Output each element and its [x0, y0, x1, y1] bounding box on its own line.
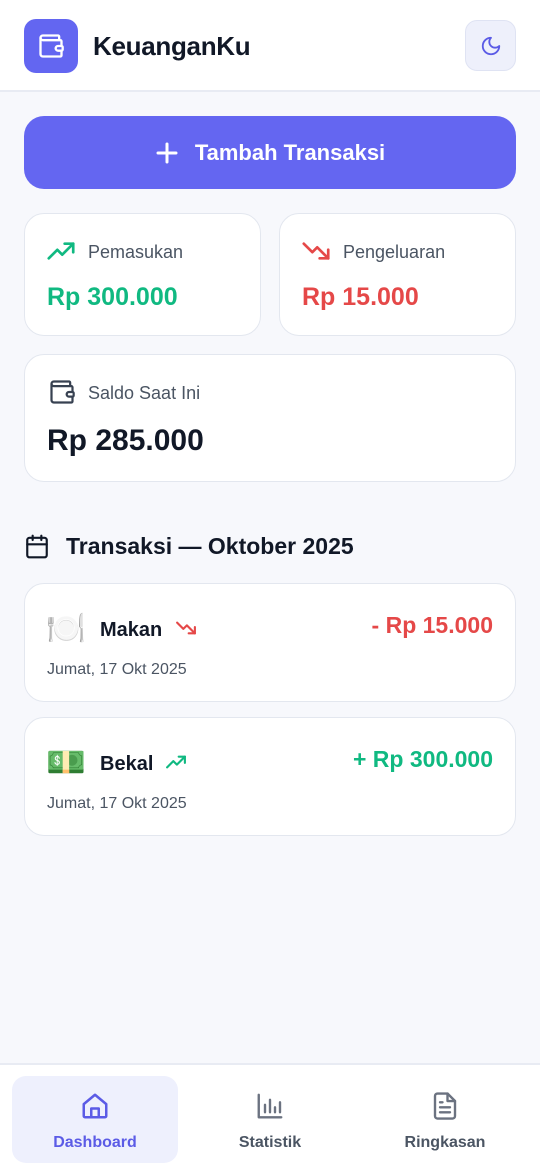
dollar-banknote-icon: 💵: [46, 744, 86, 780]
trending-up-icon: [46, 240, 76, 262]
expense-value: Rp 15.000: [302, 283, 419, 311]
moon-icon: [480, 35, 502, 57]
bar-chart-icon: [255, 1090, 285, 1122]
trending-down-icon: [175, 620, 197, 636]
transaction-name: Bekal: [100, 753, 154, 775]
bottom-navigation: Dashboard Statistik Ringkasan: [0, 1063, 540, 1171]
trending-up-icon: [165, 754, 187, 770]
nav-item-statistik[interactable]: Statistik: [187, 1076, 353, 1163]
transaction-date: Jumat, 17 Okt 2025: [47, 795, 187, 812]
calendar-icon: [24, 533, 50, 560]
balance-label: Saldo Saat Ini: [88, 383, 201, 403]
income-card: Pemasukan Rp 300.000: [24, 213, 261, 336]
add-transaction-button[interactable]: Tambah Transaksi: [24, 116, 516, 189]
app-header: KeuanganKu: [0, 0, 540, 92]
wallet-logo-icon: [24, 19, 78, 73]
nav-item-dashboard[interactable]: Dashboard: [12, 1076, 178, 1163]
transaction-date: Jumat, 17 Okt 2025: [47, 661, 187, 678]
income-label: Pemasukan: [88, 242, 184, 262]
income-value: Rp 300.000: [47, 283, 178, 311]
transaction-item[interactable]: 🍽️ Makan - Rp 15.000 Jumat, 17 Okt 2025: [24, 583, 516, 702]
transaction-amount: - Rp 15.000: [371, 612, 493, 638]
plus-icon: [155, 141, 179, 165]
transaction-item[interactable]: 💵 Bekal + Rp 300.000 Jumat, 17 Okt 2025: [24, 717, 516, 836]
balance-value: Rp 285.000: [47, 424, 204, 457]
home-icon: [80, 1090, 110, 1122]
nav-item-ringkasan[interactable]: Ringkasan: [362, 1076, 528, 1163]
nav-label: Dashboard: [53, 1134, 137, 1151]
document-icon: [430, 1090, 460, 1122]
transaction-amount: + Rp 300.000: [352, 746, 493, 772]
nav-label: Ringkasan: [404, 1134, 486, 1151]
transactions-section-title: Transaksi — Oktober 2025: [66, 533, 354, 559]
expense-label: Pengeluaran: [343, 242, 446, 262]
balance-card: Saldo Saat Ini Rp 285.000: [24, 354, 516, 482]
trending-down-icon: [301, 240, 331, 262]
wallet-icon: [48, 378, 76, 406]
app-title: KeuanganKu: [93, 31, 251, 61]
expense-card: Pengeluaran Rp 15.000: [279, 213, 516, 336]
theme-toggle-button[interactable]: [465, 20, 516, 71]
nav-label: Statistik: [238, 1134, 302, 1151]
plate-cutlery-icon: 🍽️: [46, 610, 86, 646]
transaction-name: Makan: [100, 619, 163, 641]
add-transaction-label: Tambah Transaksi: [194, 139, 386, 165]
